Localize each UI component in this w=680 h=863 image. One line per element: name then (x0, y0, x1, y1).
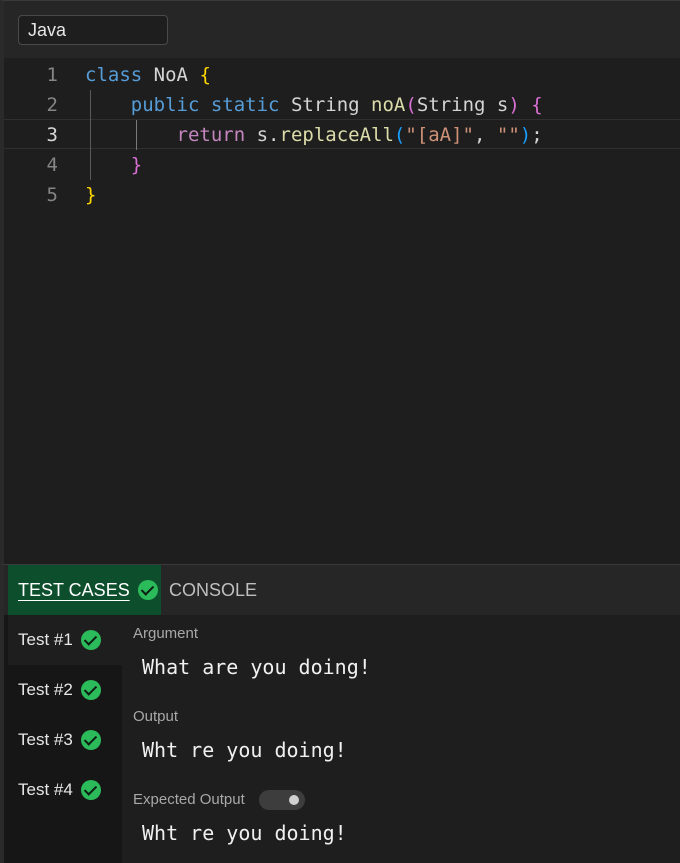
expected-output-value: Wht re you doing! (142, 821, 347, 845)
code-text: } (130, 154, 143, 176)
line-number: 2 (46, 94, 58, 116)
line-number: 4 (46, 154, 58, 176)
tab-label: CONSOLE (169, 579, 258, 600)
code-line-4: 4 } (4, 150, 680, 180)
tab-test-cases[interactable]: TEST CASES (8, 565, 161, 615)
line-number: 1 (46, 64, 58, 86)
check-circle-icon (80, 630, 101, 650)
test-item-1[interactable]: Test #1 (8, 615, 126, 665)
code-line-3: 3 return s.replaceAll("[aA]", ""); (4, 119, 680, 149)
test-label: Test #2 (18, 680, 73, 699)
argument-value: What are you doing! (142, 655, 371, 679)
check-circle-icon (80, 780, 101, 800)
expected-output-label: Expected Output (133, 791, 245, 808)
tab-label: TEST CASES (18, 579, 130, 600)
code-text: class NoA { (85, 64, 211, 86)
tab-console[interactable]: CONSOLE (169, 565, 257, 615)
panel-tabs: TEST CASES CONSOLE (0, 564, 680, 615)
indent-guide (136, 120, 137, 150)
code-line-1: 1 class NoA { (4, 60, 680, 90)
test-details: Argument What are you doing! Output Wht … (122, 615, 680, 863)
test-list: Test #1 Test #2 Test #3 Test #4 (0, 615, 126, 863)
test-label: Test #4 (18, 780, 73, 799)
code-editor[interactable]: 1 class NoA { 2 public static String noA… (0, 58, 680, 564)
test-label: Test #3 (18, 730, 73, 749)
line-number: 5 (46, 184, 58, 206)
check-circle-icon (80, 730, 101, 750)
output-value: Wht re you doing! (142, 738, 347, 762)
check-circle-icon (137, 580, 158, 600)
code-text: return s.replaceAll("[aA]", ""); (176, 124, 543, 146)
editor-toolbar: Java (0, 0, 680, 58)
test-item-2[interactable]: Test #2 (8, 665, 126, 715)
code-text: public static String noA(String s) { (130, 94, 543, 116)
line-number: 3 (46, 124, 58, 146)
test-item-4[interactable]: Test #4 (8, 765, 126, 815)
test-label: Test #1 (18, 630, 73, 649)
expected-output-toggle[interactable] (259, 790, 305, 810)
code-line-5: 5 } (4, 180, 680, 210)
argument-label: Argument (133, 625, 199, 642)
code-line-2: 2 public static String noA(String s) { (4, 90, 680, 120)
indent-guide (90, 90, 91, 180)
language-select[interactable]: Java (18, 15, 168, 45)
check-circle-icon (80, 680, 101, 700)
test-item-3[interactable]: Test #3 (8, 715, 126, 765)
code-text: } (85, 184, 97, 206)
output-label: Output (133, 708, 179, 725)
toggle-knob (289, 795, 299, 805)
